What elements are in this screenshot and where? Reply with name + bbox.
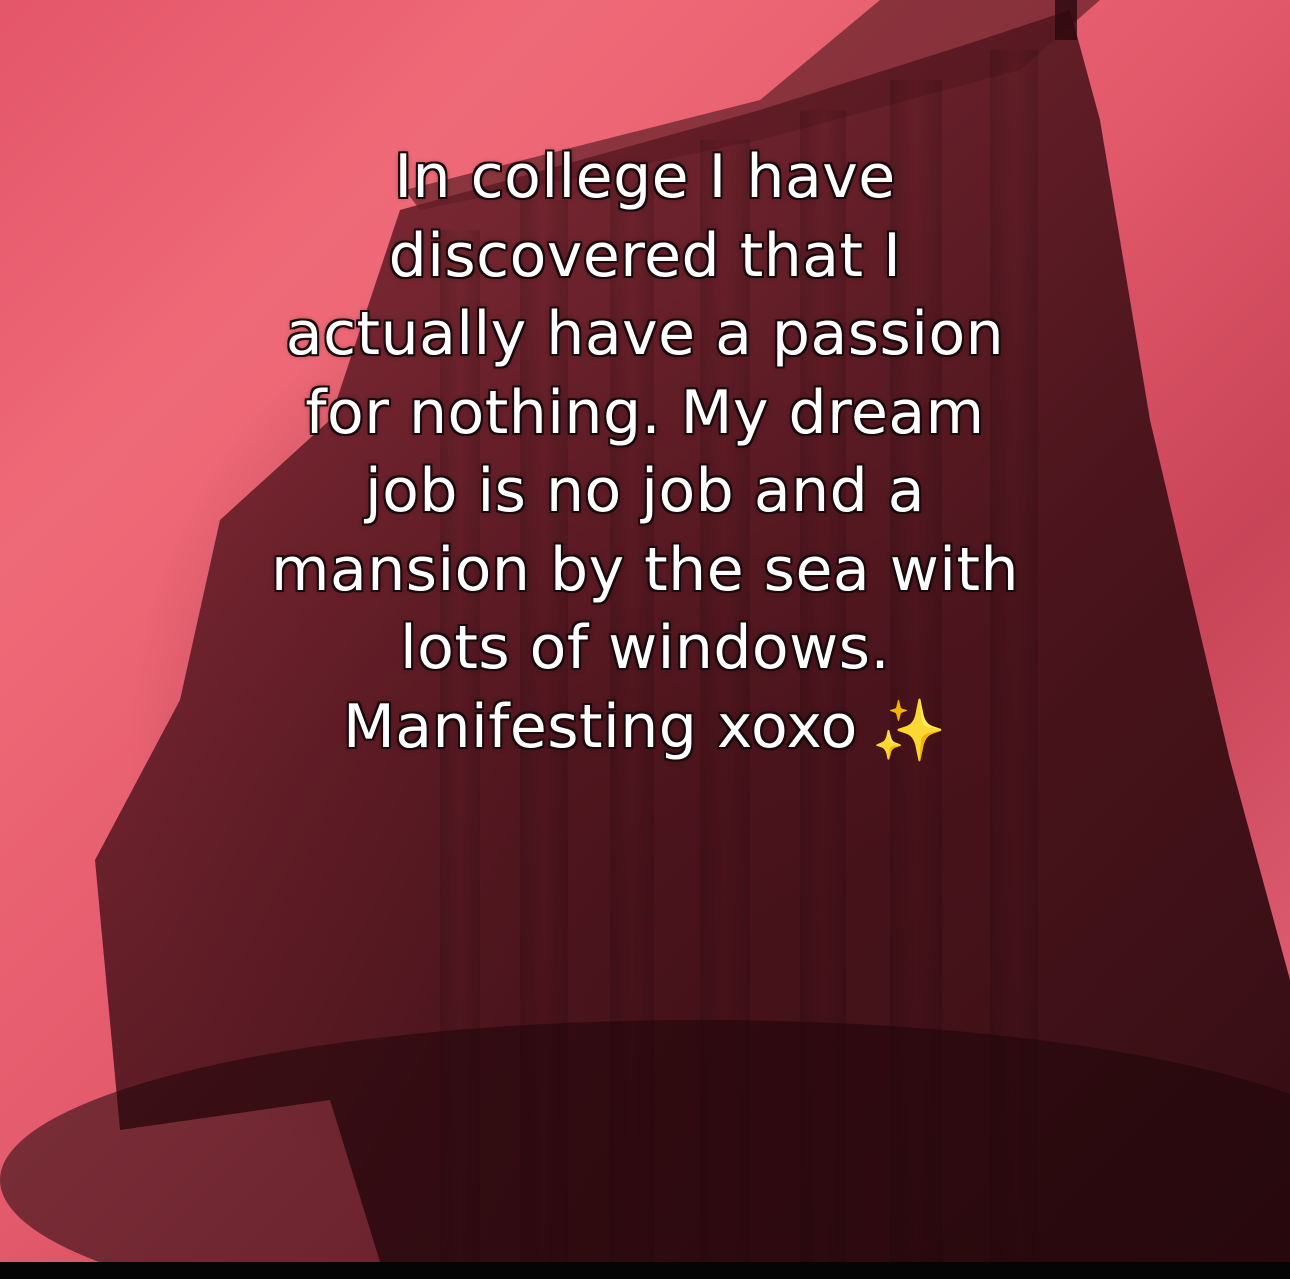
- bottom-bar: [0, 1262, 1290, 1279]
- caption-line-8: Manifesting xoxo ✨: [0, 688, 1290, 767]
- caption: In college I have discovered that I actu…: [0, 138, 1290, 766]
- caption-line-5: job is no job and a: [364, 456, 926, 526]
- video-frame: In college I have discovered that I actu…: [0, 0, 1290, 1262]
- caption-line-1: In college I have: [394, 142, 896, 212]
- caption-line-8-text: Manifesting xoxo: [342, 691, 858, 762]
- caption-line-6: mansion by the sea with: [271, 534, 1019, 605]
- caption-line-7: lots of windows.: [399, 613, 891, 683]
- caption-line-2: discovered that I: [388, 220, 902, 291]
- sparkles-icon: ✨: [871, 695, 948, 766]
- caption-line-4: for nothing. My dream: [305, 377, 985, 448]
- caption-line-3: actually have a passion: [285, 299, 1005, 369]
